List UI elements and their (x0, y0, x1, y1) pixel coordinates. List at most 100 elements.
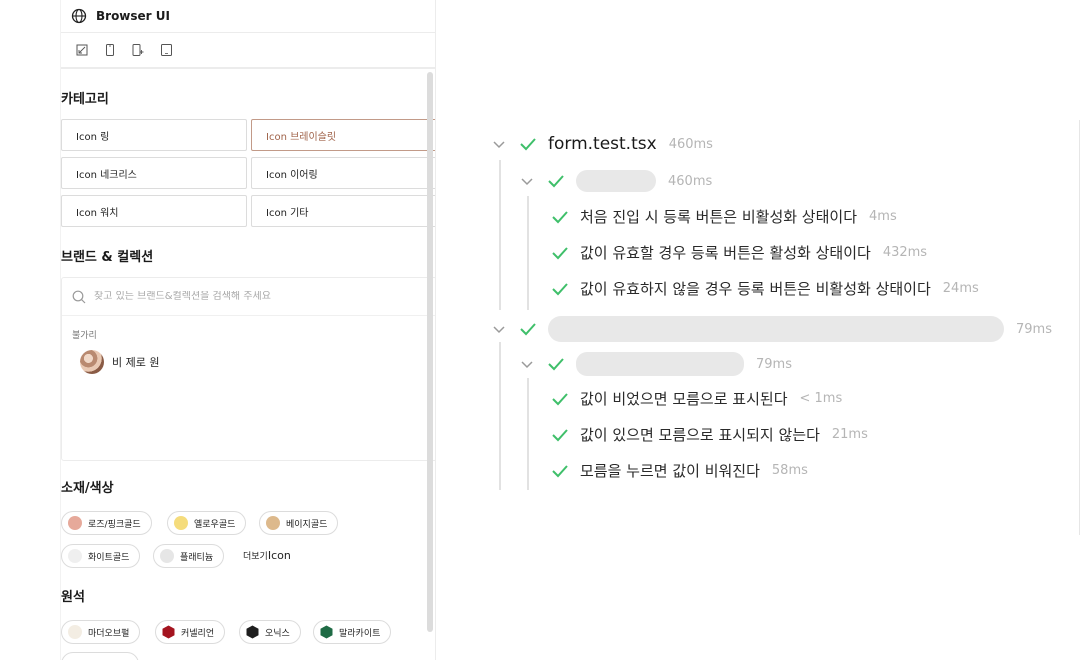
tree-guide-line (499, 342, 501, 490)
category-necklace-button[interactable]: Icon 네크리스 (61, 157, 247, 189)
chip-label: 베이지골드 (286, 519, 328, 530)
category-watch-button[interactable]: Icon 워치 (61, 195, 247, 227)
test-case-row[interactable]: 값이 유효할 경우 등록 버튼은 활성화 상태이다 432ms (552, 242, 927, 263)
brand-search-row (62, 278, 435, 316)
gem-swatch (68, 625, 82, 639)
scrollbar[interactable] (427, 72, 433, 632)
chevron-down-icon[interactable] (520, 357, 534, 371)
material-chip-platinum[interactable]: 플래티늄 (153, 544, 225, 568)
test-duration: 460ms (668, 136, 713, 152)
chip-label: 로즈/핑크골드 (88, 519, 141, 530)
more-label: 더보기 (243, 552, 268, 562)
tree-guide-line (527, 196, 529, 310)
brand-search-input[interactable] (94, 291, 394, 302)
mobile-icon[interactable] (103, 43, 117, 57)
redacted-suite-name (576, 170, 656, 192)
hexagon-icon (162, 625, 175, 639)
tree-guide-line (499, 160, 501, 310)
test-case-row[interactable]: 값이 비었으면 모름으로 표시된다 < 1ms (552, 388, 842, 409)
brand-group-label: 불가리 (72, 331, 97, 341)
category-etc-button[interactable]: Icon 기타 (251, 195, 435, 227)
material-more-button[interactable]: 더보기Icon (243, 549, 291, 562)
material-chip-white-gold[interactable]: 화이트골드 (61, 544, 141, 568)
hexagon-icon (320, 625, 333, 639)
tablet-icon[interactable] (159, 43, 173, 57)
test-duration: 432ms (882, 245, 928, 260)
chip-label: 커넬리언 (181, 628, 215, 639)
check-icon (548, 175, 564, 188)
category-bracelet-button[interactable]: Icon 브레이슬릿 (251, 119, 435, 151)
gem-chip-malachite[interactable]: 말라카이트 (313, 620, 392, 644)
chevron-down-icon[interactable] (520, 174, 534, 188)
brand-item-name: 비 제로 원 (112, 356, 160, 369)
chip-label: 오닉스 (265, 628, 290, 639)
category-earring-button[interactable]: Icon 이어링 (251, 157, 435, 189)
color-swatch (160, 549, 174, 563)
color-swatch (68, 516, 82, 530)
test-duration: 79ms (1016, 321, 1052, 337)
redacted-suite-name (576, 352, 744, 376)
device-toolbar (61, 33, 435, 69)
gem-chip-carnelian[interactable]: 커넬리언 (155, 620, 226, 644)
search-icon (72, 290, 86, 303)
test-case-label: 값이 유효하지 않을 경우 등록 버튼은 비활성화 상태이다 (580, 280, 931, 298)
hexagon-icon (246, 625, 259, 639)
test-duration: 24ms (942, 281, 979, 296)
test-case-label: 값이 비었으면 모름으로 표시된다 (580, 390, 788, 408)
chevron-down-icon[interactable] (492, 322, 506, 336)
mobile-plus-icon[interactable] (131, 43, 145, 57)
test-case-label: 처음 진입 시 등록 버튼은 비활성화 상태이다 (580, 208, 858, 226)
gem-chip-onyx[interactable]: 오닉스 (239, 620, 301, 644)
test-duration: 58ms (771, 463, 808, 478)
test-suite-row[interactable]: 79ms (520, 352, 792, 376)
chevron-down-icon[interactable] (492, 137, 506, 151)
responsive-icon[interactable] (75, 43, 89, 57)
check-icon (552, 428, 568, 441)
check-icon (552, 282, 568, 295)
check-icon (552, 210, 568, 223)
test-results-panel: form.test.tsx 460ms 460ms 처음 진입 시 등록 버튼은… (480, 0, 1080, 660)
test-duration: 4ms (869, 209, 897, 224)
gem-chip-partial[interactable] (61, 652, 139, 660)
category-ring-button[interactable]: Icon 링 (61, 119, 247, 151)
test-suite-row[interactable]: 79ms (492, 316, 1052, 342)
check-icon (552, 246, 568, 259)
chip-label: 말라카이트 (339, 628, 381, 639)
test-case-row[interactable]: 처음 진입 시 등록 버튼은 비활성화 상태이다 4ms (552, 206, 897, 227)
test-case-row[interactable]: 모름을 누르면 값이 비워진다 58ms (552, 460, 808, 481)
check-icon (552, 464, 568, 477)
test-case-row[interactable]: 값이 있으면 모름으로 표시되지 않는다 21ms (552, 424, 868, 445)
material-chip-rose-gold[interactable]: 로즈/핑크골드 (61, 511, 152, 535)
test-suite-row[interactable]: 460ms (520, 170, 712, 192)
check-icon (520, 138, 536, 151)
redacted-suite-name (548, 316, 1004, 342)
brand-title: 브랜드 & 컬렉션 (61, 250, 154, 265)
color-swatch (266, 516, 280, 530)
chip-label: 마더오브펄 (88, 628, 130, 639)
test-case-label: 모름을 누르면 값이 비워진다 (580, 462, 760, 480)
test-case-row[interactable]: 값이 유효하지 않을 경우 등록 버튼은 비활성화 상태이다 24ms (552, 278, 979, 299)
more-icon: Icon (267, 549, 291, 562)
test-duration: 21ms (831, 427, 868, 442)
test-file-row[interactable]: form.test.tsx 460ms (492, 134, 713, 154)
category-title: 카테고리 (61, 92, 109, 107)
material-chip-beige-gold[interactable]: 베이지골드 (259, 511, 339, 535)
color-swatch (68, 549, 82, 563)
brand-avatar (80, 350, 104, 374)
chip-label: 플래티늄 (180, 552, 214, 563)
test-file-name: form.test.tsx (548, 134, 657, 154)
test-duration: 460ms (668, 173, 713, 189)
brand-search-box: 불가리 비 제로 원 (61, 277, 435, 461)
brand-collection-item[interactable]: 비 제로 원 (80, 350, 159, 374)
chip-label: 화이트골드 (88, 552, 130, 563)
gem-chip-mother-of-pearl[interactable]: 마더오브펄 (61, 620, 141, 644)
globe-icon (71, 8, 87, 24)
test-case-label: 값이 유효할 경우 등록 버튼은 활성화 상태이다 (580, 244, 871, 262)
browser-title: Browser UI (96, 9, 170, 23)
browser-panel: Browser UI 카테고리 Icon 링 Icon 브레이슬릿 Icon 네… (60, 0, 436, 660)
material-chip-yellow-gold[interactable]: 옐로우골드 (167, 511, 247, 535)
check-icon (548, 358, 564, 371)
check-icon (520, 323, 536, 336)
check-icon (552, 392, 568, 405)
material-title: 소재/색상 (61, 481, 114, 496)
